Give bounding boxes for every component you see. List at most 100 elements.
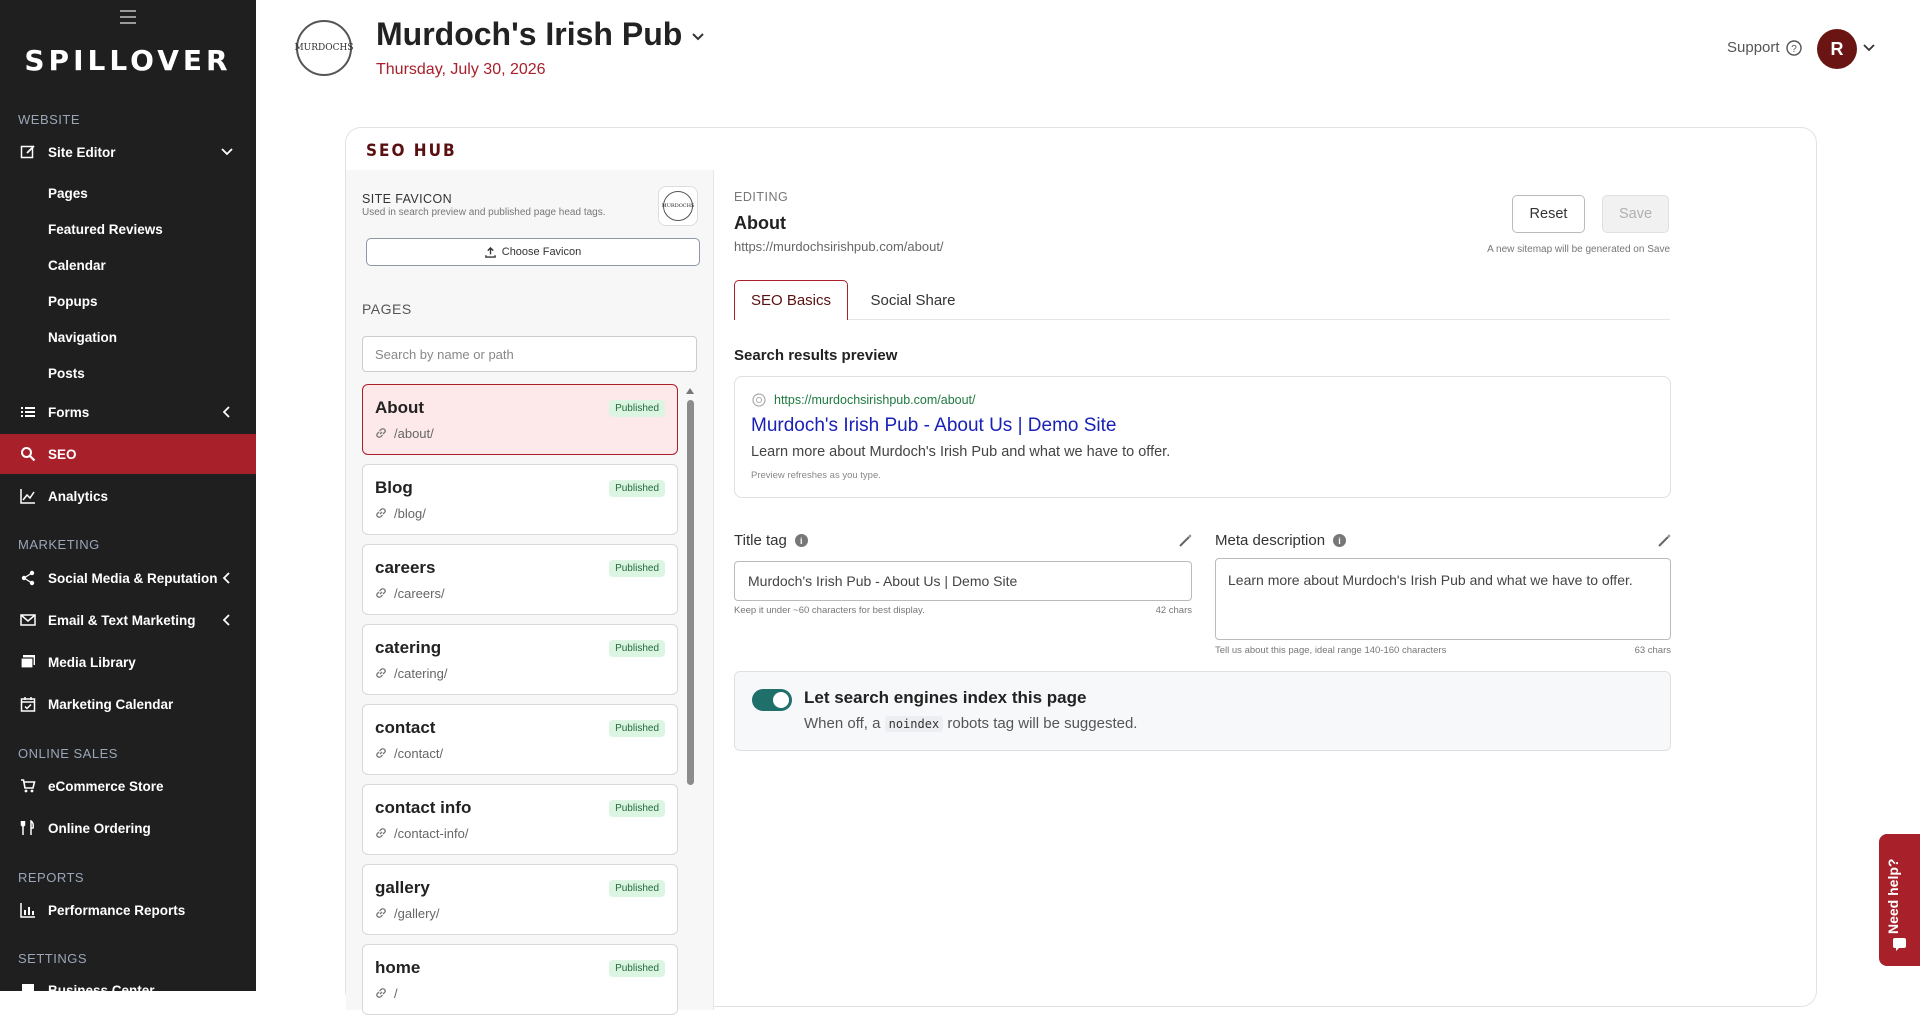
search-preview-note: Preview refreshes as you type.	[751, 470, 881, 481]
sidebar-item-performance-reports[interactable]: Performance Reports	[0, 890, 256, 930]
chevron-down-icon[interactable]	[220, 145, 234, 162]
sidebar-sub-featured-reviews[interactable]: Featured Reviews	[48, 222, 163, 237]
menu-toggle-icon[interactable]	[120, 10, 136, 24]
help-circle-icon: ?	[1785, 39, 1802, 56]
page-name: Blog	[375, 478, 413, 497]
index-title: Let search engines index this page	[804, 688, 1087, 707]
calendar-check-icon	[19, 695, 37, 713]
link-icon	[376, 668, 386, 678]
images-icon	[19, 653, 37, 671]
search-preview-box: https://murdochsirishpub.com/about/ Murd…	[734, 376, 1671, 498]
title-tag-label-row: Title tag i	[734, 532, 808, 549]
upload-icon	[484, 246, 496, 258]
page-list-item[interactable]: About /about/ Published	[362, 384, 678, 455]
meta-description-label: Meta description	[1215, 532, 1326, 549]
favicon-preview: MURDOCHS	[658, 186, 698, 226]
sidebar-item-media-library[interactable]: Media Library	[0, 642, 256, 682]
page-list-item[interactable]: careers /careers/ Published	[362, 544, 678, 615]
index-sub-after: robots tag will be suggested.	[947, 715, 1138, 732]
sidebar-sub-popups[interactable]: Popups	[48, 294, 98, 309]
sidebar-item-seo[interactable]: SEO	[0, 434, 256, 474]
sidebar-item-online-ordering[interactable]: Online Ordering	[0, 808, 256, 848]
editing-label: EDITING	[734, 190, 789, 204]
page-list-item[interactable]: contact info /contact-info/ Published	[362, 784, 678, 855]
info-icon[interactable]: i	[794, 534, 808, 547]
page-name: contact info	[375, 798, 472, 817]
page-name: careers	[375, 558, 436, 577]
sidebar-item-email[interactable]: Email & Text Marketing	[0, 600, 256, 640]
title-tag-input[interactable]: Murdoch's Irish Pub - About Us | Demo Si…	[734, 561, 1192, 601]
meta-description-textarea[interactable]: Learn more about Murdoch's Irish Pub and…	[1215, 558, 1671, 640]
status-badge: Published	[609, 480, 665, 497]
scroll-up-arrow-icon[interactable]	[685, 387, 695, 395]
support-label: Support	[1727, 39, 1780, 56]
toggle-knob	[773, 692, 789, 708]
chevron-left-icon[interactable]	[220, 405, 234, 422]
page-path: /catering/	[394, 666, 448, 681]
sidebar-sub-pages[interactable]: Pages	[48, 186, 88, 201]
business-name: Murdoch's Irish Pub	[376, 16, 683, 52]
sidebar-sub-posts[interactable]: Posts	[48, 366, 85, 381]
favicon-image: MURDOCHS	[661, 191, 695, 221]
sidebar-item-label: Performance Reports	[48, 902, 186, 918]
globe-icon	[752, 393, 766, 407]
page-path: /about/	[394, 426, 434, 441]
page-search-input[interactable]: Search by name or path	[362, 336, 697, 372]
link-icon	[376, 508, 386, 518]
editing-page-url: https://murdochsirishpub.com/about/	[734, 239, 944, 254]
sidebar-item-label: Site Editor	[48, 144, 116, 160]
sidebar-item-ecommerce[interactable]: eCommerce Store	[0, 766, 256, 806]
sidebar-item-label: Business Center	[48, 982, 155, 992]
page-list-item[interactable]: Blog /blog/ Published	[362, 464, 678, 535]
utensils-icon	[19, 819, 37, 837]
link-icon	[376, 428, 386, 438]
meta-description-help: Tell us about this page, ideal range 140…	[1215, 645, 1447, 656]
sidebar-item-marketing-calendar[interactable]: Marketing Calendar	[0, 684, 256, 724]
magic-wand-icon[interactable]	[1657, 533, 1672, 548]
sidebar-item-analytics[interactable]: Analytics	[0, 476, 256, 516]
tab-social-share[interactable]: Social Share	[858, 280, 968, 320]
business-switcher[interactable]: Murdoch's Irish Pub	[376, 16, 706, 53]
sidebar-item-social[interactable]: Social Media & Reputation	[0, 558, 256, 598]
save-button[interactable]: Save	[1602, 195, 1669, 233]
page-list-item[interactable]: home / Published	[362, 944, 678, 1015]
sidebar-sub-navigation[interactable]: Navigation	[48, 330, 117, 345]
page-name: gallery	[375, 878, 430, 897]
link-icon	[376, 588, 386, 598]
avatar[interactable]: R	[1817, 29, 1857, 69]
choose-favicon-label: Choose Favicon	[501, 246, 582, 258]
sidebar-sub-calendar[interactable]: Calendar	[48, 258, 106, 273]
sidebar-item-business-center[interactable]: Business Center	[0, 970, 256, 991]
sidebar-item-site-editor[interactable]: Site Editor	[0, 132, 256, 172]
noindex-code: noindex	[884, 716, 944, 732]
section-marketing: MARKETING	[18, 537, 100, 552]
sidebar-item-label: eCommerce Store	[48, 778, 164, 794]
favicon-text: MURDOCHS	[661, 203, 695, 209]
status-badge: Published	[609, 560, 665, 577]
chevron-left-icon[interactable]	[220, 571, 234, 588]
info-icon[interactable]: i	[1333, 534, 1347, 547]
page-list-item[interactable]: gallery /gallery/ Published	[362, 864, 678, 935]
choose-favicon-button[interactable]: Choose Favicon	[366, 238, 700, 266]
reset-button[interactable]: Reset	[1512, 195, 1585, 233]
title-tag-help: Keep it under ~60 characters for best di…	[734, 605, 925, 616]
chevron-left-icon[interactable]	[220, 613, 234, 630]
page-name: contact	[375, 718, 436, 737]
page-list-item[interactable]: catering /catering/ Published	[362, 624, 678, 695]
chevron-down-icon[interactable]	[1862, 41, 1876, 55]
support-link[interactable]: Support ?	[1727, 39, 1802, 56]
section-reports: REPORTS	[18, 870, 85, 885]
index-toggle[interactable]	[752, 689, 792, 711]
spillover-logo[interactable]: SPILLOVER	[0, 44, 256, 77]
search-preview-url-row: https://murdochsirishpub.com/about/	[752, 393, 976, 407]
magic-wand-icon[interactable]	[1178, 533, 1193, 548]
business-logo-text: MURDOCHS	[294, 43, 354, 53]
sidebar-item-forms[interactable]: Forms	[0, 392, 256, 432]
need-help-button[interactable]: Need help?	[1879, 834, 1920, 966]
page-name: catering	[375, 638, 442, 657]
sidebar-item-label: Analytics	[48, 488, 109, 504]
tab-seo-basics[interactable]: SEO Basics	[734, 280, 848, 320]
seo-hub-title: SEO HUB	[366, 141, 457, 161]
page-list-item[interactable]: contact /contact/ Published	[362, 704, 678, 775]
page-list-scrollbar[interactable]	[687, 400, 694, 785]
